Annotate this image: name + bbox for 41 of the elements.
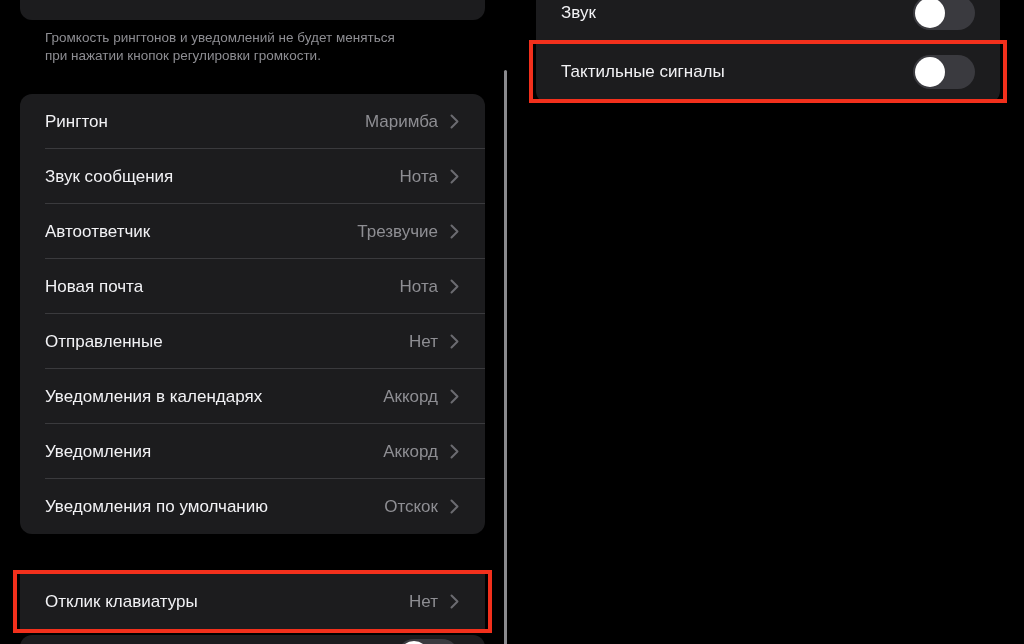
row-label: Отклик клавиатуры <box>45 590 198 613</box>
row-label: Уведомления по умолчанию <box>45 495 268 518</box>
row-label: Новая почта <box>45 275 144 298</box>
settings-row[interactable]: Отправленные Нет <box>20 314 485 369</box>
row-value: Отскок <box>384 495 438 518</box>
chevron-icon <box>450 279 459 294</box>
chevron-icon <box>450 389 459 404</box>
row-label: Отправленные <box>45 330 163 353</box>
toggle-switch[interactable] <box>913 0 975 30</box>
row-label: Звук сообщения <box>45 165 174 188</box>
row-label: Звук <box>561 1 596 24</box>
row-value: Нет <box>409 330 438 353</box>
row-label: Тактильные сигналы <box>561 60 725 83</box>
chevron-icon <box>450 444 459 459</box>
settings-row[interactable]: Отклик клавиатуры Нет <box>20 574 485 629</box>
row-value: Аккорд <box>383 440 438 463</box>
row-value: Аккорд <box>383 385 438 408</box>
row-label: Уведомления в календарях <box>45 385 263 408</box>
row-label: Рингтон <box>45 110 108 133</box>
settings-row[interactable]: Уведомления в календарях Аккорд <box>20 369 485 424</box>
chevron-icon <box>450 334 459 349</box>
settings-row[interactable]: Уведомления Аккорд <box>20 424 485 479</box>
row-value: Маримба <box>364 110 438 133</box>
settings-row[interactable]: Уведомления по умолчанию Отскок <box>20 479 485 534</box>
settings-row[interactable]: Рингтон Маримба <box>20 94 485 149</box>
chevron-icon <box>450 114 459 129</box>
row-value: Нет <box>409 590 438 613</box>
toggle-switch[interactable] <box>913 54 975 89</box>
row-label: Уведомления <box>45 440 152 463</box>
settings-row[interactable]: Звук сообщения Нота <box>20 149 485 204</box>
chevron-icon <box>450 594 459 609</box>
settings-row[interactable]: Автоответчик Трезвучие <box>20 204 485 259</box>
footnote-text: Громкость рингтонов и уведомлений не будет меняться при нажатии кнопок регулировки громкости. <box>44 29 396 65</box>
chevron-icon <box>450 499 459 514</box>
row-label: Автоответчик <box>45 220 151 243</box>
row-value: Нота <box>399 165 438 188</box>
chevron-icon <box>450 224 459 239</box>
row-value: Трезвучие <box>357 220 438 243</box>
settings-row[interactable]: Новая почта Нота <box>20 259 485 314</box>
chevron-icon <box>450 169 459 184</box>
row-value: Нота <box>399 275 438 298</box>
